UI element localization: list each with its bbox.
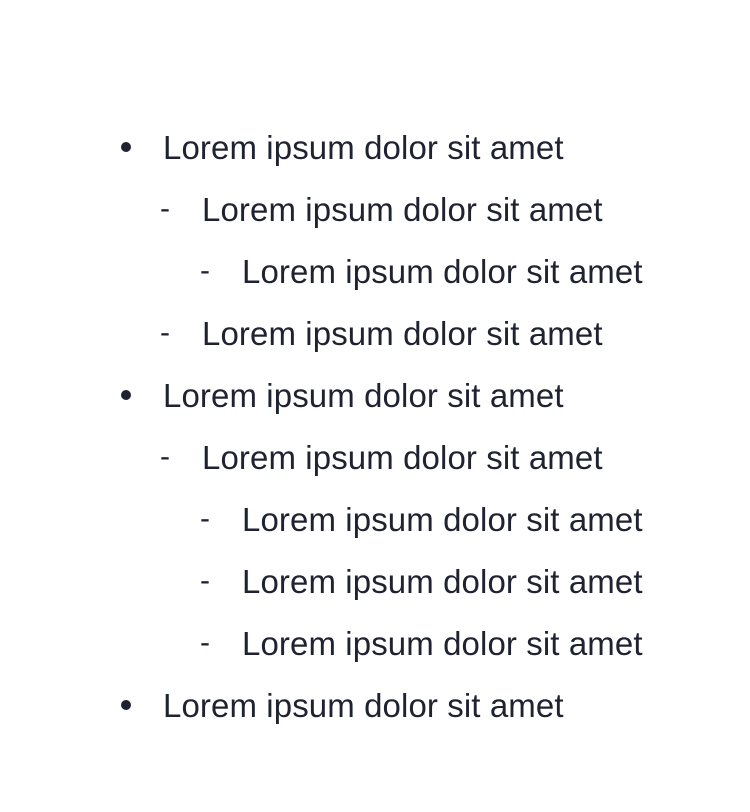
list-item: Lorem ipsum dolor sit amet (121, 116, 564, 178)
dash-marker: - (160, 192, 170, 225)
dash-marker: - (200, 502, 210, 535)
dash-marker: - (200, 626, 210, 659)
bullet-marker (121, 390, 131, 400)
list-item: Lorem ipsum dolor sit amet (121, 364, 564, 426)
list-item-text: Lorem ipsum dolor sit amet (202, 314, 603, 352)
list-item-text: Lorem ipsum dolor sit amet (242, 624, 643, 662)
list-item-text: Lorem ipsum dolor sit amet (242, 562, 643, 600)
dash-marker: - (160, 440, 170, 473)
nested-bullet-list: Lorem ipsum dolor sit amet - Lorem ipsum… (0, 0, 750, 812)
list-item: Lorem ipsum dolor sit amet (121, 674, 564, 736)
list-item-text: Lorem ipsum dolor sit amet (163, 686, 564, 724)
bullet-marker (121, 142, 131, 152)
list-item-text: Lorem ipsum dolor sit amet (242, 252, 643, 290)
list-item-text: Lorem ipsum dolor sit amet (242, 500, 643, 538)
list-item: - Lorem ipsum dolor sit amet (160, 302, 603, 364)
list-item: - Lorem ipsum dolor sit amet (160, 178, 603, 240)
dash-marker: - (200, 564, 210, 597)
list-item-text: Lorem ipsum dolor sit amet (202, 438, 603, 476)
list-item-text: Lorem ipsum dolor sit amet (163, 128, 564, 166)
list-item: - Lorem ipsum dolor sit amet (160, 426, 603, 488)
dash-marker: - (160, 316, 170, 349)
list-item-text: Lorem ipsum dolor sit amet (163, 376, 564, 414)
dash-marker: - (200, 254, 210, 287)
bullet-marker (121, 700, 131, 710)
list-item: - Lorem ipsum dolor sit amet (200, 488, 643, 550)
list-item: - Lorem ipsum dolor sit amet (200, 240, 643, 302)
list-item-text: Lorem ipsum dolor sit amet (202, 190, 603, 228)
list-item: - Lorem ipsum dolor sit amet (200, 612, 643, 674)
list-item: - Lorem ipsum dolor sit amet (200, 550, 643, 612)
